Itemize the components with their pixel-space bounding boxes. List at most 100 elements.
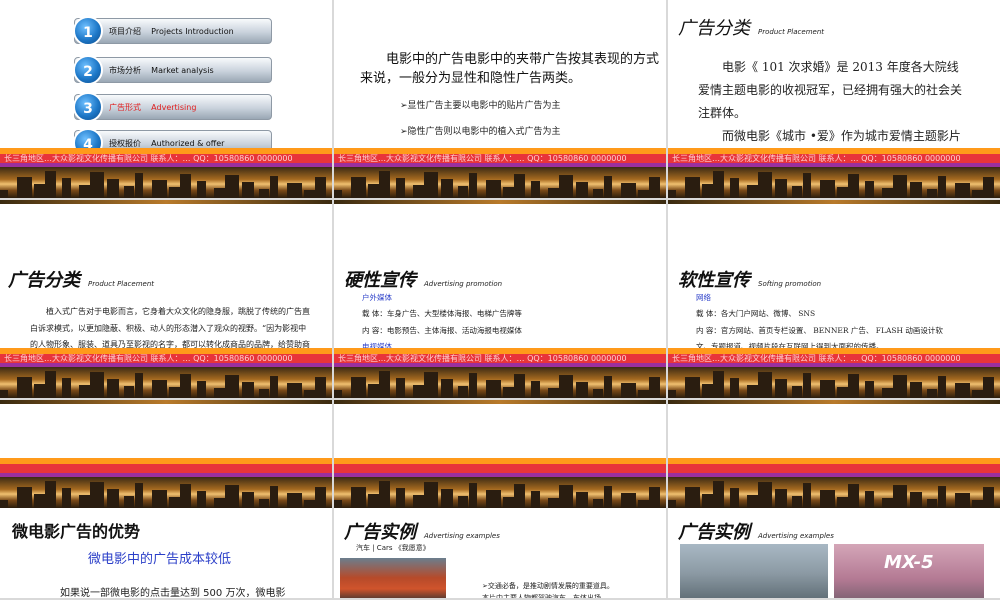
building-silhouette [242, 492, 254, 508]
title-subtitle: Softing promotion [758, 280, 822, 288]
title-subtitle: Advertising examples [758, 532, 834, 540]
building-silhouette [197, 491, 206, 508]
city-skyline-image [0, 367, 332, 398]
slide-2[interactable]: 电影中的广告电影中的夹带广告按其表现的方式来说，一般分为显性和隐性广告两类。 ➢… [334, 0, 666, 198]
building-silhouette [803, 483, 811, 508]
slide-6[interactable]: 软性宣传 Softing promotion 网络载 体：各大门户网站、微博、 S… [668, 200, 1000, 398]
building-silhouette [270, 376, 278, 398]
city-skyline-image [334, 477, 666, 508]
building-silhouette [820, 380, 835, 398]
building-silhouette [792, 186, 802, 198]
title-subtitle: Product Placement [88, 280, 154, 288]
building-silhouette [775, 379, 787, 398]
menu-item-5[interactable]: 5 公司介绍 Company introduction [73, 165, 272, 195]
building-silhouette [514, 374, 525, 398]
building-silhouette [820, 180, 835, 198]
building-silhouette [848, 174, 859, 198]
building-silhouette [938, 176, 946, 198]
building-silhouette [668, 390, 676, 398]
building-silhouette [649, 377, 660, 398]
slide7-subtitle: 微电影中的广告成本较低 [88, 552, 232, 567]
building-silhouette [135, 373, 143, 398]
slide4-title: 广告分类 Product Placement [8, 266, 154, 292]
building-silhouette [469, 373, 477, 398]
building-silhouette [955, 493, 970, 508]
building-silhouette [225, 485, 239, 508]
menu-number-2: 2 [73, 55, 103, 85]
building-silhouette [242, 382, 254, 398]
menu-label-cn: 项目介绍 [109, 27, 141, 36]
building-silhouette [45, 371, 56, 398]
header-banner [0, 458, 332, 508]
building-silhouette [604, 486, 612, 508]
content-line: 载 体：各大门户网站、微博、 SNS [696, 309, 816, 319]
title-subtitle: Advertising promotion [424, 280, 503, 288]
building-silhouette [90, 482, 104, 508]
menu-item-4[interactable]: 4 授权报价 Authorized & offer [73, 128, 272, 158]
slide-9[interactable]: 广告实例 Advertising examples MX-5 [668, 400, 1000, 598]
building-silhouette [17, 487, 32, 508]
building-silhouette [351, 377, 366, 398]
mx5-badge: MX-5 [884, 552, 934, 573]
mx5-billboard-photo: MX-5 [834, 544, 984, 598]
menu-number-1: 1 [73, 16, 103, 46]
building-silhouette [124, 386, 134, 398]
building-silhouette [758, 172, 772, 198]
menu-item-3[interactable]: 3 广告形式 Advertising [73, 92, 272, 122]
building-silhouette [955, 183, 970, 198]
menu-label-cn: 广告形式 [109, 103, 141, 112]
building-silhouette [803, 173, 811, 198]
building-silhouette [458, 496, 468, 508]
slide-7[interactable]: 微电影广告的优势 微电影中的广告成本较低 如果说一部微电影的点击量达到 500 … [0, 400, 332, 598]
building-silhouette [621, 383, 636, 398]
header-banner [334, 458, 666, 508]
building-silhouette [803, 373, 811, 398]
building-silhouette [865, 491, 874, 508]
menu-item-2[interactable]: 2 市场分析 Market analysis [73, 55, 272, 85]
building-silhouette [820, 490, 835, 508]
building-silhouette [649, 487, 660, 508]
building-silhouette [152, 490, 167, 508]
menu-label-en: Advertising [151, 103, 197, 112]
building-silhouette [593, 499, 603, 508]
building-silhouette [668, 500, 676, 508]
building-silhouette [775, 489, 787, 508]
building-silhouette [848, 374, 859, 398]
menu-label-en: Company introduction [151, 176, 241, 185]
content-line: 内 容：官方网站、首页专栏设置、 BENNER 广告、 FLASH 动画设计软 [696, 325, 943, 335]
building-silhouette [197, 381, 206, 398]
city-skyline-image [0, 477, 332, 508]
footer-banner: 长三角地区…大众影视文化传播有限公司 联系人：… QQ：10580860 000… [0, 348, 332, 398]
slide-4[interactable]: 广告分类 Product Placement 植入式广告对于电影而言，它身着大众文… [0, 200, 332, 398]
menu-label-en: Authorized & offer [151, 139, 225, 148]
building-silhouette [45, 481, 56, 508]
building-silhouette [531, 491, 540, 508]
building-silhouette [514, 484, 525, 508]
building-silhouette [893, 375, 907, 398]
building-silhouette [469, 483, 477, 508]
building-silhouette [730, 488, 739, 508]
slide8-caption: 汽车 | Cars 《我愿意》 [356, 544, 430, 552]
menu-label-cn: 授权报价 [109, 139, 141, 148]
menu-item-1[interactable]: 1 项目介绍 Projects Introduction [73, 16, 272, 46]
building-silhouette [486, 380, 501, 398]
building-silhouette [730, 178, 739, 198]
building-silhouette [180, 374, 191, 398]
header-banner [668, 458, 1000, 508]
slide-5[interactable]: 硬性宣传 Advertising promotion 户外媒体载 体：车身广告、大… [334, 200, 666, 398]
title-text: 广告分类 [678, 18, 750, 39]
footer-banner: 长三角地区…大众影视文化传播有限公司 联系人：… QQ：10580860 000… [668, 148, 1000, 198]
menu-number-4: 4 [73, 128, 103, 158]
building-silhouette [955, 383, 970, 398]
building-silhouette [334, 500, 342, 508]
city-skyline-image [668, 367, 1000, 398]
building-silhouette [910, 492, 922, 508]
slide-3[interactable]: 广告分类 Product Placement 电影《 101 次求婚》是 2013… [668, 0, 1000, 198]
slide-8[interactable]: 广告实例 Advertising examples 汽车 | Cars 《我愿意》… [334, 400, 666, 598]
building-silhouette [396, 378, 405, 398]
building-silhouette [848, 484, 859, 508]
building-silhouette [287, 383, 302, 398]
slide-1[interactable]: 1 项目介绍 Projects Introduction 2 市场分析 Mark… [0, 0, 332, 198]
building-silhouette [334, 390, 342, 398]
building-silhouette [315, 377, 326, 398]
